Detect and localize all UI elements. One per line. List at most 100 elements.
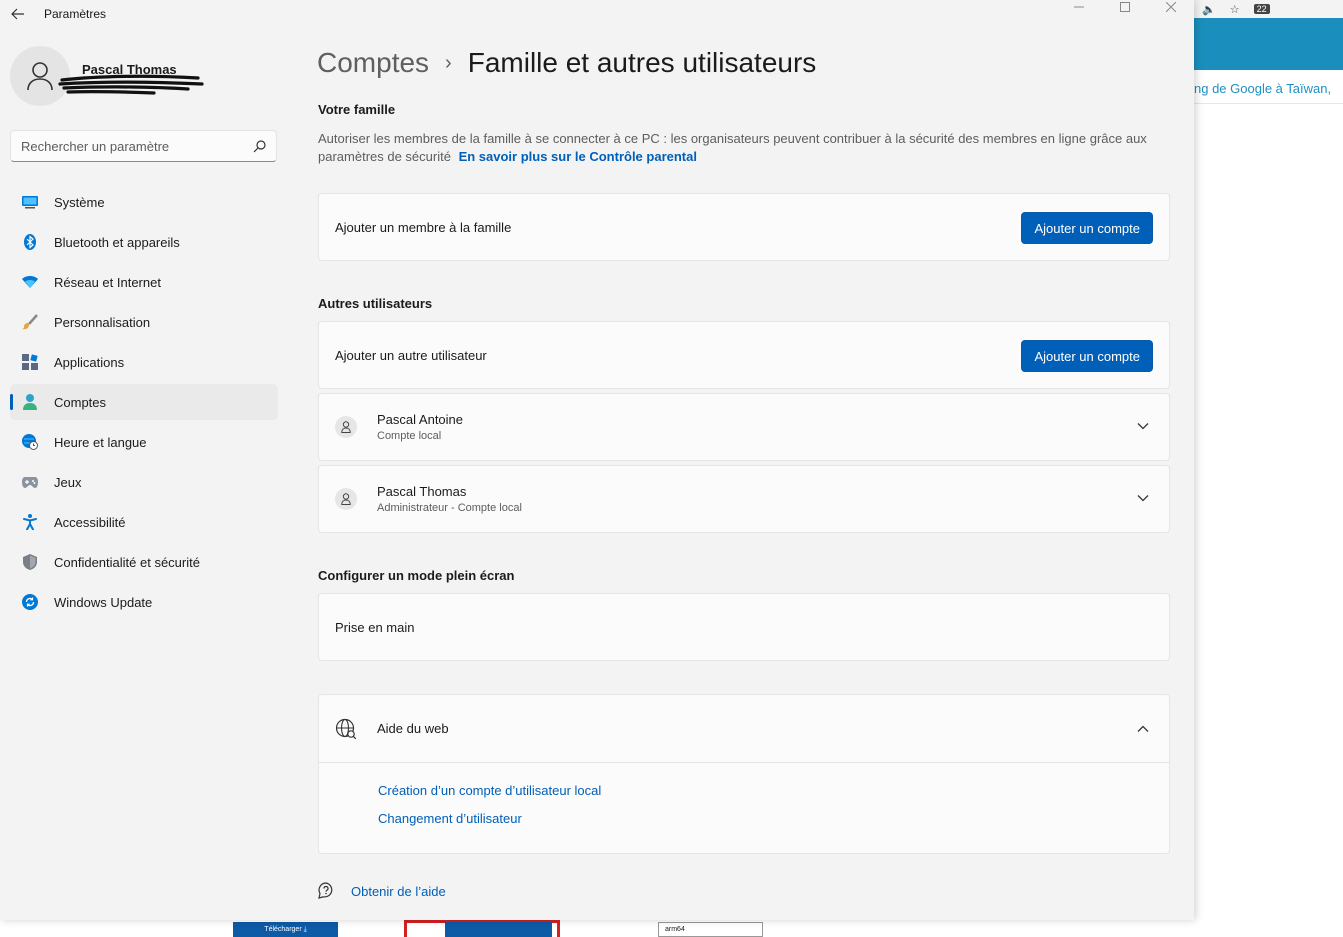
breadcrumb: Comptes › Famille et autres utilisateurs: [317, 47, 816, 79]
sidebar-item-label: Heure et langue: [54, 434, 147, 450]
background-page-strip: Télécharger ⤓ arm64: [0, 918, 1194, 937]
sidebar-item-label: Accessibilité: [54, 514, 126, 530]
title-bar: Paramètres: [0, 0, 1194, 28]
globe-search-icon: [335, 718, 357, 740]
breadcrumb-parent[interactable]: Comptes: [317, 47, 429, 79]
user-name: Pascal Antoine: [377, 412, 464, 427]
sidebar-item-systeme[interactable]: Système: [10, 184, 278, 220]
search-input[interactable]: [21, 138, 252, 154]
chevron-down-icon[interactable]: [1135, 490, 1151, 506]
browser-page-link[interactable]: ng de Google à Taïwan,: [1194, 74, 1343, 104]
section-title-kiosk: Configurer un mode plein écran: [318, 568, 515, 583]
help-link-switch-user[interactable]: Changement d’utilisateur: [378, 811, 1169, 826]
globe-clock-icon: [22, 434, 38, 450]
extension-badge[interactable]: 22: [1253, 3, 1270, 15]
page-title: Famille et autres utilisateurs: [467, 47, 817, 78]
speaker-icon[interactable]: 🔈: [1202, 3, 1216, 16]
accessibility-icon: [22, 514, 38, 530]
kiosk-label: Prise en main: [335, 619, 415, 635]
add-family-label: Ajouter un membre à la famille: [335, 219, 512, 235]
web-help-card: Aide du web Création d’un compte d’utili…: [318, 694, 1170, 854]
minimize-icon: [1074, 6, 1084, 8]
favorite-add-icon[interactable]: ☆: [1230, 3, 1240, 16]
sidebar-item-label: Applications: [54, 354, 125, 370]
add-other-user-label: Ajouter un autre utilisateur: [335, 347, 487, 363]
person-icon: [22, 394, 38, 410]
wifi-icon: [22, 274, 38, 290]
close-button[interactable]: [1148, 0, 1194, 14]
download-button-arm[interactable]: [445, 922, 552, 937]
arrow-left-icon: [11, 8, 24, 20]
user-name: Pascal Thomas: [377, 484, 467, 499]
family-description: Autoriser les membres de la famille à se…: [318, 130, 1178, 166]
minimize-button[interactable]: [1056, 0, 1102, 14]
section-title-family: Votre famille: [318, 102, 396, 117]
bluetooth-icon: [22, 234, 38, 250]
help-link-local-account[interactable]: Création d’un compte d’utilisateur local: [378, 783, 1169, 798]
chevron-up-icon[interactable]: [1135, 721, 1151, 737]
sidebar-item-comptes[interactable]: Comptes: [10, 384, 278, 420]
add-family-card: Ajouter un membre à la famille Ajouter u…: [318, 193, 1170, 261]
user-profile[interactable]: Pascal Thomas: [10, 46, 280, 108]
user-avatar-icon: [335, 416, 357, 438]
maximize-icon: [1120, 2, 1130, 12]
search-box: [10, 130, 277, 162]
sidebar-item-heure[interactable]: Heure et langue: [10, 424, 278, 460]
search-icon[interactable]: [252, 139, 266, 153]
sidebar-item-applications[interactable]: Applications: [10, 344, 278, 380]
kiosk-card[interactable]: Prise en main: [318, 593, 1170, 661]
arch-select[interactable]: arm64: [658, 922, 763, 937]
sidebar-item-label: Confidentialité et sécurité: [54, 554, 200, 570]
apps-icon: [22, 354, 38, 370]
person-icon: [27, 62, 53, 91]
redaction-scribble: [58, 74, 204, 95]
user-avatar-icon: [335, 488, 357, 510]
add-family-account-button[interactable]: Ajouter un compte: [1021, 212, 1153, 244]
sidebar-item-bluetooth[interactable]: Bluetooth et appareils: [10, 224, 278, 260]
get-help-link[interactable]: Obtenir de l’aide: [318, 882, 446, 900]
monitor-icon: [22, 194, 38, 210]
sidebar-item-personnalisation[interactable]: Personnalisation: [10, 304, 278, 340]
family-description-text: Autoriser les membres de la famille à se…: [318, 131, 1147, 164]
sidebar-item-label: Système: [54, 194, 105, 210]
parental-control-link[interactable]: En savoir plus sur le Contrôle parental: [459, 149, 697, 164]
update-icon: [22, 594, 38, 610]
settings-window: Paramètres Pascal Thomas Rechercher un p…: [0, 0, 1194, 920]
maximize-button[interactable]: [1102, 0, 1148, 14]
sidebar-item-accessibilite[interactable]: Accessibilité: [10, 504, 278, 540]
get-help-label: Obtenir de l’aide: [351, 883, 446, 899]
sidebar-item-confidentialite[interactable]: Confidentialité et sécurité: [10, 544, 278, 580]
help-chat-icon: [318, 882, 336, 900]
shield-icon: [22, 554, 38, 570]
sidebar-item-label: Windows Update: [54, 594, 153, 610]
browser-header-bar: [1194, 18, 1343, 70]
app-title: Paramètres: [44, 7, 107, 21]
sidebar-item-label: Comptes: [54, 394, 107, 410]
user-card-pascal-antoine[interactable]: Pascal Antoine Compte local: [318, 393, 1170, 461]
sidebar-item-windows-update[interactable]: Windows Update: [10, 584, 278, 620]
sidebar-item-label: Jeux: [54, 474, 82, 490]
brush-icon: [22, 314, 38, 330]
sidebar-item-label: Bluetooth et appareils: [54, 234, 180, 250]
back-button[interactable]: [8, 4, 28, 24]
user-account-type: Compte local: [377, 430, 442, 442]
sidebar-item-jeux[interactable]: Jeux: [10, 464, 278, 500]
chevron-down-icon[interactable]: [1135, 418, 1151, 434]
background-browser-window: 🔈 ☆ 22 ng de Google à Taïwan,: [1194, 0, 1343, 937]
add-other-user-card: Ajouter un autre utilisateur Ajouter un …: [318, 321, 1170, 389]
gamepad-icon: [22, 474, 38, 490]
add-other-account-button[interactable]: Ajouter un compte: [1021, 340, 1153, 372]
sidebar-item-label: Personnalisation: [54, 314, 151, 330]
chevron-right-icon: ›: [445, 51, 452, 74]
user-account-type: Administrateur - Compte local: [377, 502, 522, 514]
download-button[interactable]: Télécharger ⤓: [233, 922, 338, 937]
web-help-header[interactable]: Aide du web: [319, 695, 1169, 763]
section-title-others: Autres utilisateurs: [318, 296, 433, 311]
web-help-title: Aide du web: [377, 721, 449, 736]
sidebar-item-label: Réseau et Internet: [54, 274, 161, 290]
browser-toolbar: 🔈 ☆ 22: [1194, 0, 1343, 18]
web-help-links: Création d’un compte d’utilisateur local…: [319, 763, 1169, 853]
sidebar-nav: Système Bluetooth et appareils Réseau et…: [10, 184, 278, 624]
user-card-pascal-thomas[interactable]: Pascal Thomas Administrateur - Compte lo…: [318, 465, 1170, 533]
sidebar-item-reseau[interactable]: Réseau et Internet: [10, 264, 278, 300]
